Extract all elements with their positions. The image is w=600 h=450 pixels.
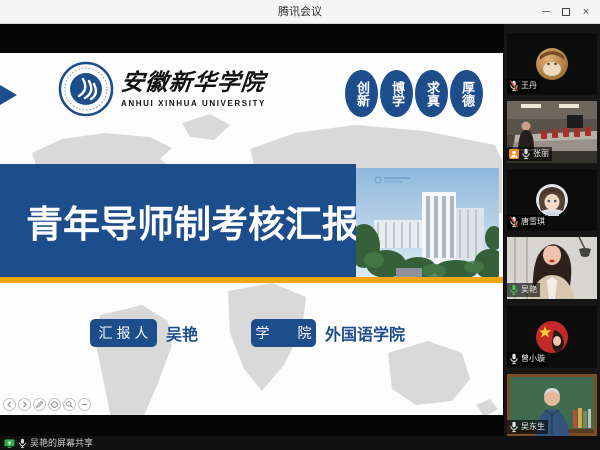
mic-on-icon	[18, 438, 27, 449]
participant-tile[interactable]: 吴东生	[507, 374, 597, 436]
cat-avatar	[535, 47, 569, 81]
motto-badge: 博学	[380, 70, 413, 117]
meeting-main-area: 安徽新华学院 ANHUI XINHUA UNIVERSITY 创新 博学 求真 …	[0, 24, 600, 450]
window-titlebar: 腾讯会议 ─ ×	[0, 0, 600, 24]
participants-sidebar[interactable]: 王丹	[504, 24, 600, 436]
university-logo-group: 安徽新华学院 ANHUI XINHUA UNIVERSITY	[58, 61, 266, 117]
sharing-status-text: 吴艳的屏幕共享	[30, 436, 93, 450]
participant-name: 张丽	[533, 149, 549, 159]
magnifier-icon[interactable]	[63, 398, 76, 411]
presenter-label: 汇 报 人	[99, 323, 149, 343]
motto-badge: 创新	[345, 70, 378, 117]
minimize-button[interactable]: ─	[536, 0, 556, 24]
participant-name: 吴东生	[521, 422, 545, 432]
mic-on-icon	[509, 421, 519, 433]
college-label-pill: 学 院	[251, 319, 316, 347]
pen-icon[interactable]	[33, 398, 46, 411]
college-label: 学 院	[256, 323, 312, 343]
slide-corner-arrow	[0, 85, 17, 105]
tencent-meeting-window: 腾讯会议 ─ ×	[0, 0, 600, 450]
participant-tile[interactable]: 王丹	[507, 33, 597, 95]
participant-tile[interactable]: 张丽	[507, 101, 597, 163]
college-name: 外国语学院	[325, 321, 405, 345]
participant-tile[interactable]: 唐雪琪	[507, 169, 597, 231]
motto-badge-text: 博学	[390, 81, 403, 107]
close-button[interactable]: ×	[576, 0, 596, 24]
cartoon-girl-avatar	[535, 183, 569, 217]
university-name-en: ANHUI XINHUA UNIVERSITY	[121, 99, 266, 108]
motto-badge-text: 创新	[355, 81, 368, 107]
title-banner: 青年导师制考核汇报	[0, 164, 356, 277]
maximize-icon	[562, 8, 570, 16]
screen-share-icon	[4, 438, 15, 449]
presentation-toolbar	[3, 398, 91, 411]
mic-on-icon	[521, 148, 531, 160]
motto-badge-text: 厚德	[460, 81, 473, 107]
next-slide-icon[interactable]	[18, 398, 31, 411]
university-name-cn: 安徽新华学院	[120, 70, 268, 95]
more-tools-icon[interactable]	[78, 398, 91, 411]
muted-mic-icon	[509, 80, 519, 92]
university-emblem-icon	[58, 61, 114, 117]
presenter-fields: 汇 报 人 吴艳 学 院 外国语学院	[0, 319, 503, 347]
maximize-button[interactable]	[556, 0, 576, 24]
previous-slide-icon[interactable]	[3, 398, 16, 411]
motto-badge: 厚德	[450, 70, 483, 117]
participant-tile[interactable]: 曾小璇	[507, 306, 597, 368]
mic-on-icon	[509, 353, 519, 365]
window-title: 腾讯会议	[0, 0, 600, 24]
muted-mic-icon	[509, 216, 519, 228]
shared-screen-slide: 安徽新华学院 ANHUI XINHUA UNIVERSITY 创新 博学 求真 …	[0, 53, 503, 415]
participant-name: 曾小璇	[521, 354, 545, 364]
meeting-statusbar: 吴艳的屏幕共享	[0, 436, 600, 450]
motto-badge: 求真	[415, 70, 448, 117]
flag-girl-avatar	[535, 320, 569, 354]
participant-name: 唐雪琪	[521, 217, 545, 227]
speaking-mic-icon	[509, 284, 519, 296]
slide-title: 青年导师制考核汇报	[0, 194, 359, 248]
window-controls: ─ ×	[536, 0, 596, 24]
participant-name: 吴艳	[521, 285, 537, 295]
member-badge-icon	[509, 149, 519, 159]
participant-tile-active-speaker[interactable]: 吴艳	[507, 237, 597, 299]
campus-photo	[356, 168, 499, 277]
participant-name: 王丹	[521, 81, 537, 91]
motto-badge-text: 求真	[425, 81, 438, 107]
presenter-name: 吴艳	[166, 321, 198, 345]
eraser-icon[interactable]	[48, 398, 61, 411]
presenter-label-pill: 汇 报 人	[90, 319, 157, 347]
gold-accent-bar	[0, 277, 503, 283]
motto-badges: 创新 博学 求真 厚德	[345, 70, 483, 117]
